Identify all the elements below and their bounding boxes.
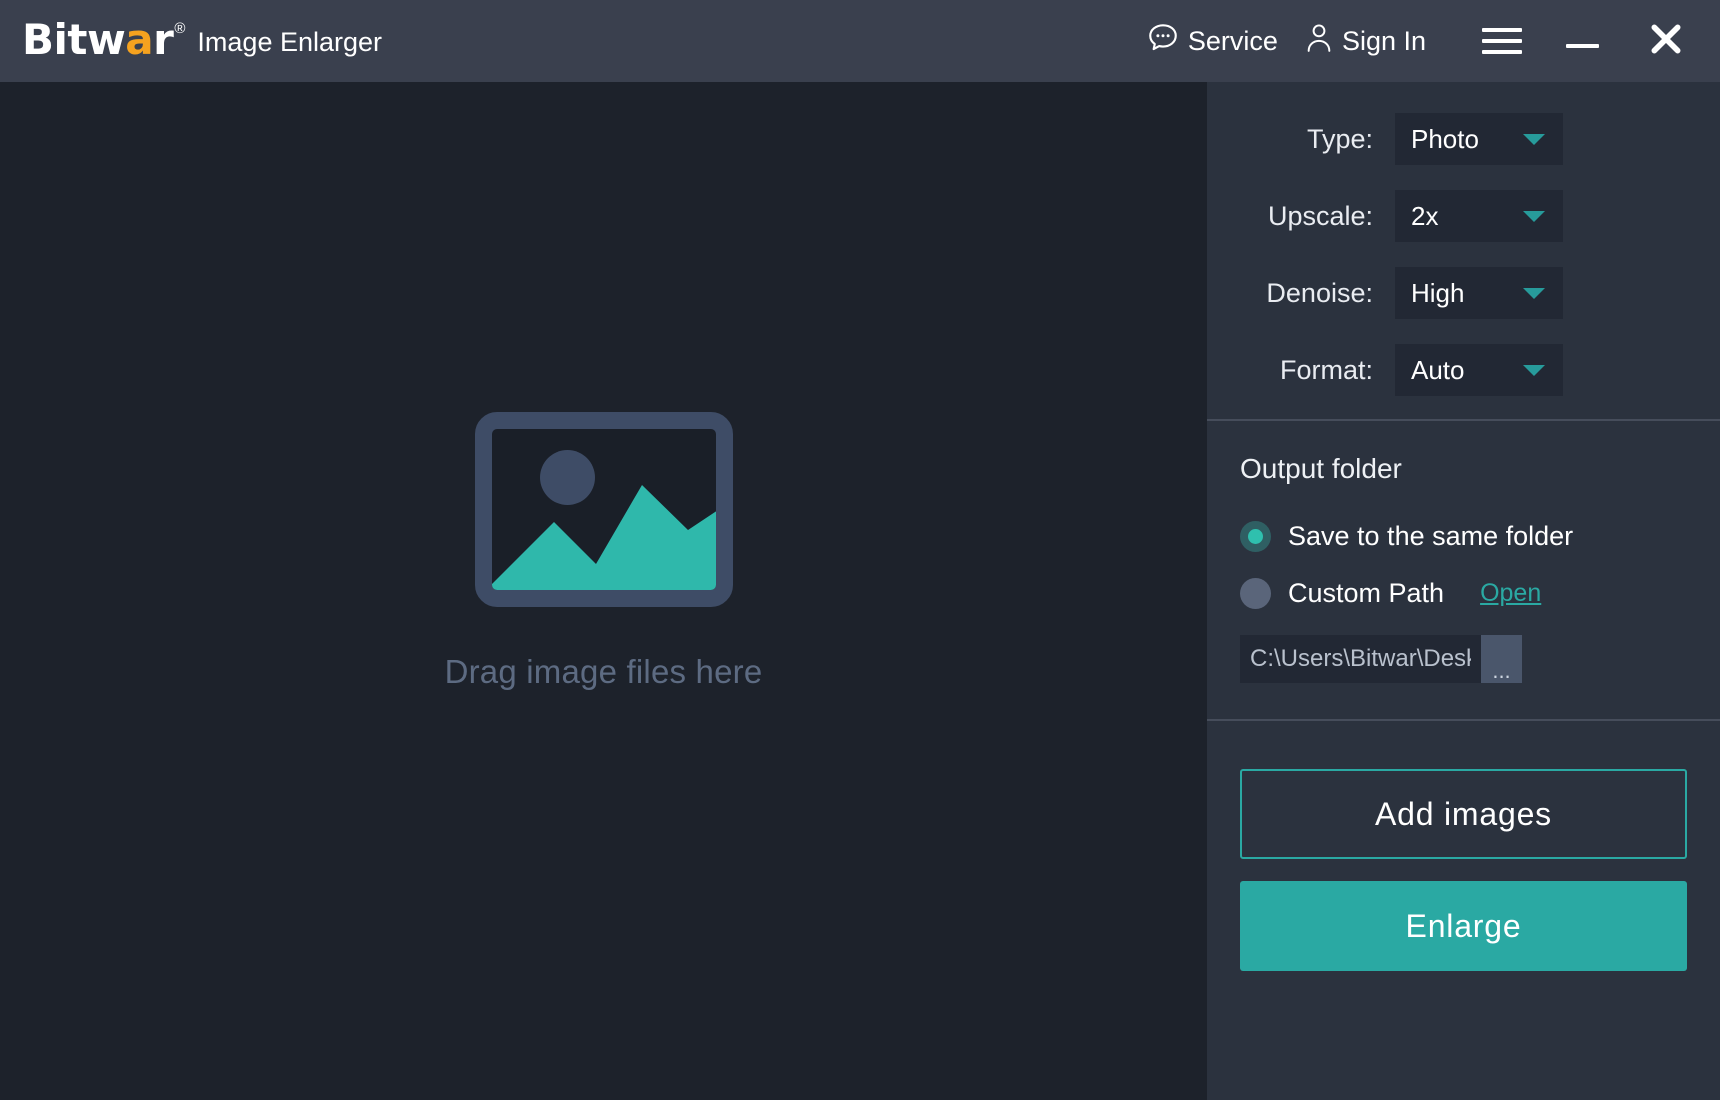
- upscale-select[interactable]: 2x: [1395, 190, 1563, 242]
- radio-save-same-folder[interactable]: Save to the same folder: [1240, 521, 1720, 552]
- type-value: Photo: [1411, 124, 1479, 155]
- settings-panel: Type: Photo Upscale: 2x Denoise: High: [1207, 82, 1720, 1100]
- radio-selected-icon: [1240, 521, 1271, 552]
- placeholder-mountain-icon: [492, 460, 716, 590]
- bitwar-logo: Bitwar: [22, 18, 173, 62]
- sign-in-button[interactable]: Sign In: [1304, 22, 1426, 61]
- hamburger-menu-button[interactable]: [1466, 0, 1538, 82]
- page-title: Image Enlarger: [197, 20, 382, 64]
- add-images-button[interactable]: Add images: [1240, 769, 1687, 859]
- upscale-label: Upscale:: [1207, 201, 1395, 232]
- app-branding: Bitwar ® Image Enlarger: [22, 18, 382, 64]
- output-path-input[interactable]: [1240, 635, 1481, 683]
- open-folder-link[interactable]: Open: [1480, 579, 1541, 608]
- user-icon: [1304, 22, 1334, 61]
- format-label: Format:: [1207, 355, 1395, 386]
- close-icon: [1646, 19, 1686, 64]
- custom-path-label: Custom Path: [1288, 578, 1444, 609]
- minimize-button[interactable]: [1538, 0, 1626, 82]
- image-placeholder-icon: [475, 412, 733, 607]
- image-drop-area[interactable]: Drag image files here: [0, 82, 1207, 1100]
- drop-instruction-text: Drag image files here: [445, 653, 763, 691]
- output-folder-title: Output folder: [1240, 453, 1720, 485]
- enhancement-settings-group: Type: Photo Upscale: 2x Denoise: High: [1207, 82, 1720, 419]
- chevron-down-icon: [1523, 288, 1545, 299]
- setting-row-upscale: Upscale: 2x: [1207, 189, 1720, 243]
- denoise-label: Denoise:: [1207, 278, 1395, 309]
- save-same-folder-label: Save to the same folder: [1288, 521, 1573, 552]
- close-button[interactable]: [1626, 0, 1706, 82]
- title-bar-actions: Service Sign In: [1146, 0, 1720, 82]
- logo-text-accent: a: [125, 15, 153, 64]
- browse-folder-button[interactable]: ...: [1481, 635, 1522, 683]
- output-folder-group: Output folder Save to the same folder Cu…: [1207, 421, 1720, 719]
- chevron-down-icon: [1523, 211, 1545, 222]
- service-button[interactable]: Service: [1146, 21, 1278, 62]
- upscale-value: 2x: [1411, 201, 1438, 232]
- chat-bubble-icon: [1146, 21, 1180, 62]
- format-select[interactable]: Auto: [1395, 344, 1563, 396]
- action-buttons-group: Add images Enlarge: [1207, 721, 1720, 971]
- radio-custom-path[interactable]: Custom Path Open: [1240, 578, 1720, 609]
- denoise-select[interactable]: High: [1395, 267, 1563, 319]
- logo-text-part1: Bitw: [22, 15, 125, 64]
- title-bar: Bitwar ® Image Enlarger Service: [0, 0, 1720, 82]
- output-path-row: ...: [1240, 635, 1720, 683]
- setting-row-format: Format: Auto: [1207, 343, 1720, 397]
- enlarge-button[interactable]: Enlarge: [1240, 881, 1687, 971]
- chevron-down-icon: [1523, 134, 1545, 145]
- sign-in-label: Sign In: [1342, 26, 1426, 57]
- type-label: Type:: [1207, 124, 1395, 155]
- denoise-value: High: [1411, 278, 1464, 309]
- app-window: Bitwar ® Image Enlarger Service: [0, 0, 1720, 1100]
- hamburger-menu-icon: [1482, 28, 1522, 54]
- chevron-down-icon: [1523, 365, 1545, 376]
- radio-unselected-icon: [1240, 578, 1271, 609]
- minimize-icon: [1566, 44, 1599, 48]
- registered-trademark-icon: ®: [174, 20, 185, 37]
- setting-row-denoise: Denoise: High: [1207, 266, 1720, 320]
- setting-row-type: Type: Photo: [1207, 112, 1720, 166]
- logo-text-part2: r: [153, 15, 173, 64]
- type-select[interactable]: Photo: [1395, 113, 1563, 165]
- format-value: Auto: [1411, 355, 1465, 386]
- service-label: Service: [1188, 26, 1278, 57]
